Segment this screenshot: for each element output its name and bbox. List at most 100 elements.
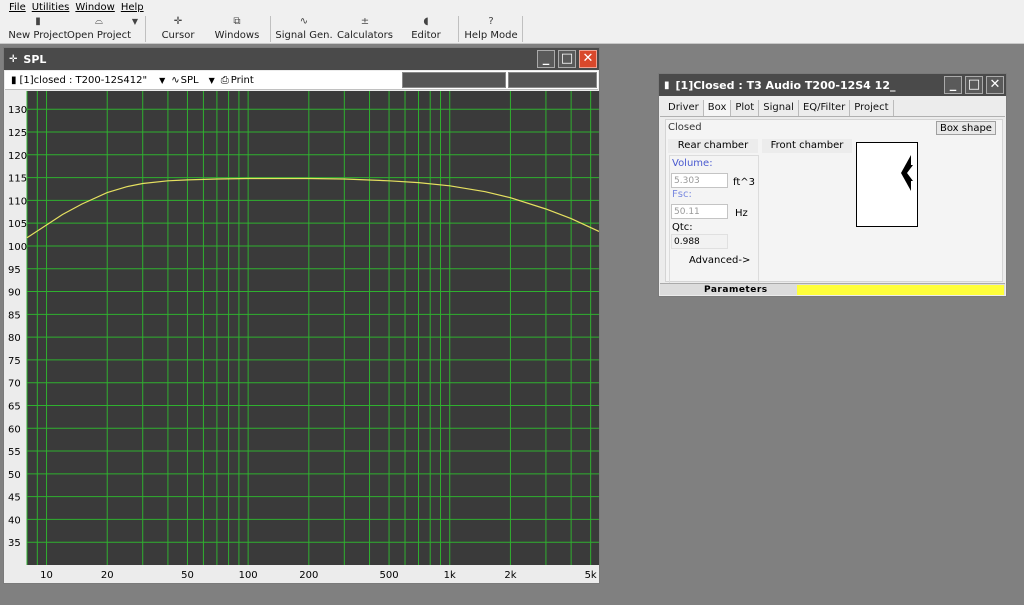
qtc-value: 0.988: [671, 234, 728, 249]
spl-window-icon: ✛: [9, 53, 18, 65]
open-project-button[interactable]: ⌓ Open Project: [67, 14, 131, 44]
front-chamber-tab[interactable]: Front chamber: [762, 139, 852, 153]
plot-select[interactable]: ∿ SPL ▼: [171, 75, 215, 86]
menu-file[interactable]: File: [9, 2, 26, 13]
tab-eq-filter[interactable]: EQ/Filter: [799, 100, 851, 116]
spl-title-bar[interactable]: ✛ SPL _ □ ✕: [4, 48, 599, 70]
spl-chart-svg: 130 125 120 115 110 105 100 95 90 85 80 75 70 65 60 55 5…: [5, 91, 599, 583]
status-indicator: [797, 285, 1004, 295]
help-mode-button[interactable]: ? Help Mode: [464, 14, 517, 44]
help-icon: ?: [488, 16, 494, 27]
fsc-field[interactable]: 50.11: [671, 204, 728, 219]
calculators-button[interactable]: ± Calculators: [337, 14, 393, 44]
close-button[interactable]: ✕: [986, 76, 1004, 94]
box-panel: Closed Box shape Rear chamber Front cham…: [665, 119, 1003, 290]
x-tick-label: 50: [181, 570, 194, 581]
toolbar-separator: [522, 16, 523, 42]
y-tick-label: 100: [8, 242, 27, 253]
volume-label: Volume:: [672, 158, 713, 169]
spl-plot-icon: ∿: [171, 74, 180, 86]
tab-signal[interactable]: Signal: [759, 100, 799, 116]
new-project-icon: ▮: [35, 16, 41, 27]
box-shape-button[interactable]: Box shape: [936, 121, 996, 135]
x-tick-label: 20: [101, 570, 114, 581]
readout-field-2: [508, 72, 597, 88]
rear-chamber-tab[interactable]: Rear chamber: [668, 139, 758, 153]
y-tick-label: 75: [8, 356, 21, 367]
box-window: ▮ [1]Closed : T3 Audio T200-12S4 12_ _ □…: [658, 73, 1007, 297]
menu-help[interactable]: Help: [121, 2, 144, 13]
signal-gen-button[interactable]: ∿ Signal Gen.: [275, 14, 332, 44]
y-tick-label: 80: [8, 333, 21, 344]
cursor-button[interactable]: ✛ Cursor: [156, 14, 200, 44]
editor-button[interactable]: ◖ Editor: [408, 14, 444, 44]
x-tick-label: 5k: [585, 570, 597, 581]
qtc-label: Qtc:: [672, 222, 693, 233]
speaker-box-icon: [901, 155, 918, 191]
open-project-icon: ⌓: [95, 16, 103, 27]
toolbar-separator: [458, 16, 459, 42]
chamber-parameters: Volume: 5.303 ft^3 Fsc: 50.11 Hz Qtc: 0.…: [669, 155, 759, 290]
menu-window[interactable]: Window: [75, 2, 114, 13]
maximize-button[interactable]: □: [558, 50, 576, 68]
windows-icon: ⧉: [233, 16, 241, 27]
y-tick-label: 130: [8, 105, 27, 116]
open-project-dropdown[interactable]: ▼: [129, 14, 141, 44]
spl-toolbar: ▮ [1]closed : T200-12S412" ▼ ∿ SPL ▼ ⎙ P…: [5, 71, 598, 90]
editor-icon: ◖: [423, 16, 429, 27]
toolbar-separator: [145, 16, 146, 42]
volume-field[interactable]: 5.303: [671, 173, 728, 188]
minimize-button[interactable]: _: [944, 76, 962, 94]
box-type-label: Closed: [668, 122, 702, 133]
calculators-icon: ±: [360, 16, 370, 27]
status-text: Parameters: [704, 284, 768, 295]
y-tick-label: 125: [8, 128, 27, 139]
readout-field-1: [402, 72, 506, 88]
minimize-button[interactable]: _: [537, 50, 555, 68]
toolbar-separator: [270, 16, 271, 42]
y-tick-label: 60: [8, 424, 21, 435]
y-tick-label: 105: [8, 219, 27, 230]
y-tick-label: 35: [8, 538, 21, 549]
box-window-icon: ▮: [664, 79, 670, 91]
close-button[interactable]: ✕: [579, 50, 597, 68]
print-button[interactable]: ⎙ Print: [221, 75, 254, 86]
y-tick-label: 120: [8, 151, 27, 162]
y-tick-label: 45: [8, 493, 21, 504]
spl-chart[interactable]: 130 125 120 115 110 105 100 95 90 85 80 75 70 65 60 55 5…: [5, 91, 599, 583]
volume-unit: ft^3: [733, 177, 756, 188]
menu-utilities[interactable]: Utilities: [32, 2, 70, 13]
box-status-bar: Parameters: [660, 283, 1005, 295]
box-tabs: Driver Box Plot Signal EQ/Filter Project: [660, 97, 1005, 117]
plot-select-value: SPL: [180, 74, 199, 86]
x-tick-label: 1k: [444, 570, 456, 581]
maximize-button[interactable]: □: [965, 76, 983, 94]
y-tick-label: 110: [8, 196, 27, 207]
tab-plot[interactable]: Plot: [731, 100, 760, 116]
chevron-down-icon: ▼: [159, 75, 166, 85]
tab-box[interactable]: Box: [703, 100, 732, 116]
tab-project[interactable]: Project: [850, 100, 894, 116]
project-select-value: [1]closed : T200-12S412": [19, 74, 148, 86]
new-project-button[interactable]: ▮ New Project: [8, 14, 67, 44]
spl-window: ✛ SPL _ □ ✕ ▮ [1]closed : T200-12S412" ▼…: [3, 47, 600, 584]
y-tick-label: 115: [8, 174, 27, 185]
y-tick-label: 40: [8, 515, 21, 526]
x-tick-label: 10: [40, 570, 53, 581]
box-shape-preview: [856, 142, 918, 227]
y-tick-label: 85: [8, 310, 21, 321]
project-select[interactable]: ▮ [1]closed : T200-12S412" ▼: [11, 75, 165, 86]
printer-icon: ⎙: [220, 74, 229, 86]
chevron-down-icon: ▼: [208, 75, 215, 85]
y-tick-label: 50: [8, 470, 21, 481]
y-tick-label: 70: [8, 379, 21, 390]
advanced-link[interactable]: Advanced->: [689, 255, 750, 266]
y-tick-label: 55: [8, 447, 21, 458]
cursor-icon: ✛: [173, 16, 183, 27]
box-title-bar[interactable]: ▮ [1]Closed : T3 Audio T200-12S4 12_ _ □…: [659, 74, 1006, 96]
menu-bar: File Utilities Window Help: [0, 0, 1024, 14]
x-tick-label: 2k: [504, 570, 516, 581]
tab-driver[interactable]: Driver: [664, 100, 704, 116]
y-tick-label: 65: [8, 401, 21, 412]
windows-button[interactable]: ⧉ Windows: [214, 14, 260, 44]
